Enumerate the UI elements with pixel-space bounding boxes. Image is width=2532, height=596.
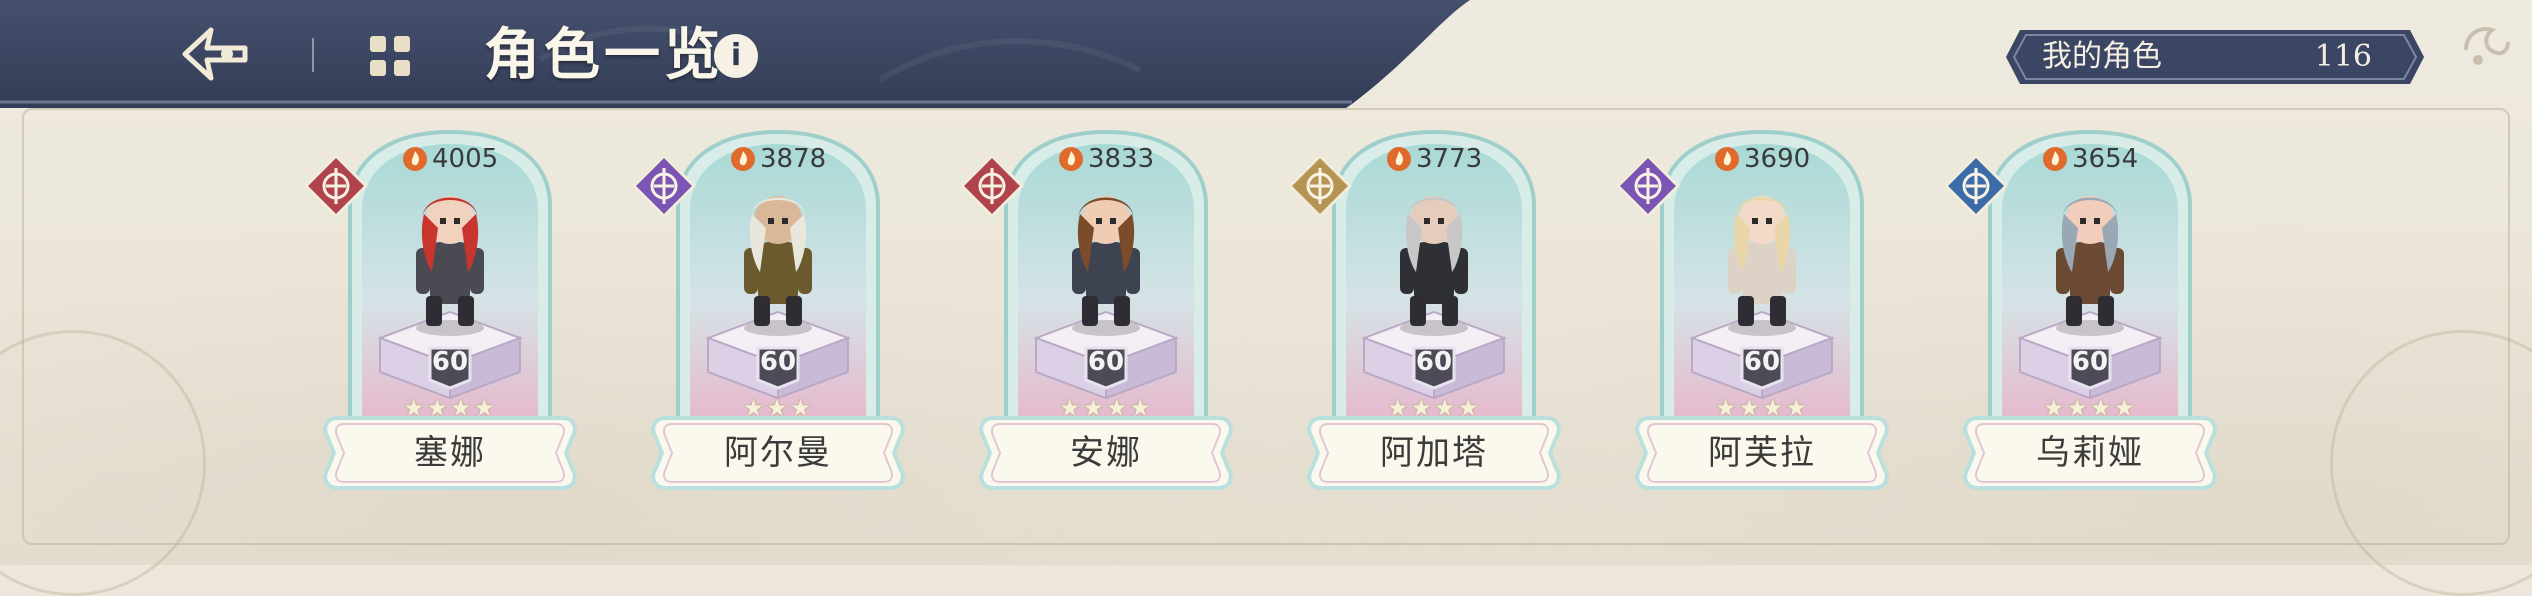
character-portrait (416, 196, 484, 336)
character-name: 阿加塔 (1380, 433, 1488, 473)
character-name: 乌莉娅 (2036, 433, 2144, 473)
level-badge: 60 (1743, 347, 1781, 377)
counter-label: 我的角色 (2042, 39, 2162, 74)
purple-crescent-icon (1615, 153, 1681, 219)
menu-grid-icon[interactable] (366, 32, 414, 80)
name-plate: 阿芙拉 (1634, 414, 1890, 492)
page-title: 角色一览 (484, 22, 724, 88)
owned-characters-counter: 我的角色 116 (2006, 30, 2424, 84)
level-badge: 60 (1415, 347, 1453, 377)
character-card[interactable]: 3654 60 ★★★★ 乌莉娅 (1943, 128, 2218, 492)
character-portrait (1072, 196, 1140, 336)
character-portrait (1400, 196, 1468, 336)
gold-star-icon (1287, 153, 1353, 219)
red-sword-icon (959, 153, 1025, 219)
back-button[interactable] (176, 22, 256, 86)
character-name: 塞娜 (414, 433, 486, 473)
info-icon[interactable]: i (714, 34, 758, 78)
character-card[interactable]: 3773 60 ★★★★ 阿加塔 (1287, 128, 1562, 492)
purple-crescent-icon (631, 153, 697, 219)
corner-ornament-icon (2464, 27, 2510, 65)
character-card[interactable]: 4005 60 ★★★★ 塞娜 (303, 128, 578, 492)
header-divider (312, 38, 314, 72)
character-portrait (2056, 196, 2124, 336)
name-plate: 阿加塔 (1306, 414, 1562, 492)
header-banner: 角色一览 i (0, 0, 1480, 108)
character-card[interactable]: 3690 60 ★★★★ 阿芙拉 (1615, 128, 1890, 492)
blue-cross-icon (1943, 153, 2009, 219)
counter-value: 116 (2314, 39, 2372, 74)
level-badge: 60 (431, 347, 469, 377)
level-badge: 60 (1087, 347, 1125, 377)
back-arrow-icon (182, 27, 248, 81)
character-portrait (1728, 196, 1796, 336)
red-sword-icon (303, 153, 369, 219)
character-card[interactable]: 3833 60 ★★★★ 安娜 (959, 128, 1234, 492)
character-name: 安娜 (1070, 433, 1142, 473)
character-card[interactable]: 3878 60 ★★★ 阿尔曼 (631, 128, 906, 492)
name-plate: 塞娜 (322, 414, 578, 492)
name-plate: 乌莉娅 (1962, 414, 2218, 492)
name-plate: 阿尔曼 (650, 414, 906, 492)
character-name: 阿尔曼 (724, 433, 832, 473)
character-name: 阿芙拉 (1708, 433, 1816, 473)
level-badge: 60 (2071, 347, 2109, 377)
character-portrait (744, 196, 812, 336)
level-badge: 60 (759, 347, 797, 377)
name-plate: 安娜 (978, 414, 1234, 492)
